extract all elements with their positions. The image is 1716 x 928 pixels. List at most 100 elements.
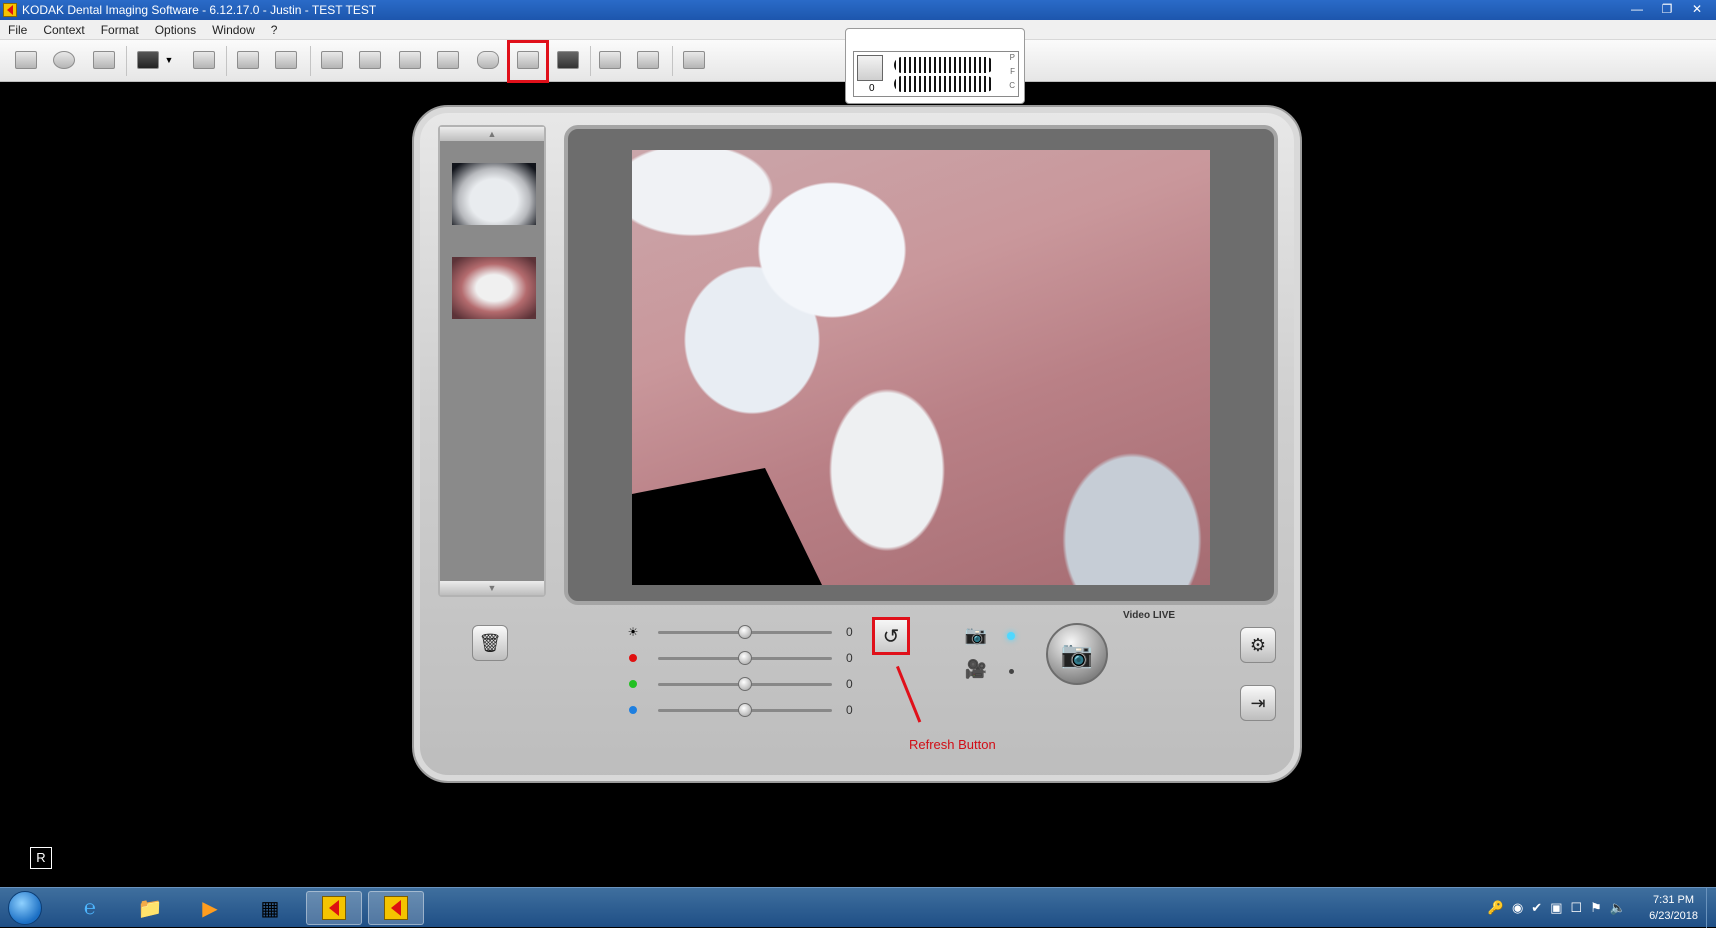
cd-icon <box>53 51 75 69</box>
action-center-icon[interactable]: ⚑ <box>1590 900 1602 916</box>
restore-button[interactable]: ❐ <box>1654 1 1680 18</box>
show-desktop-button[interactable] <box>1706 888 1716 928</box>
green-value: 0 <box>846 677 853 691</box>
layout-button[interactable] <box>134 46 162 74</box>
green-dot-icon <box>629 680 637 688</box>
video-status-label: Video LIVE <box>1123 610 1176 621</box>
photo-mode-icon[interactable]: 📷 <box>962 625 990 647</box>
taskbar-kodak-app[interactable] <box>368 891 424 925</box>
vm-icon[interactable]: ▣ <box>1550 900 1562 916</box>
blue-slider[interactable] <box>658 702 832 717</box>
menu-options[interactable]: Options <box>147 23 204 37</box>
video-shadow <box>632 468 822 585</box>
dental-chart: 0 P F C <box>853 51 1019 97</box>
taskbar-file-explorer[interactable]: 📁 <box>122 891 178 925</box>
brightness-slider-thumb[interactable] <box>738 624 752 639</box>
chart-label-p: P <box>1009 53 1015 62</box>
exit-button[interactable] <box>680 46 708 74</box>
thumbnail-image[interactable] <box>452 257 536 319</box>
presentation-icon <box>637 51 659 69</box>
taskbar-grid-app[interactable]: ▦ <box>242 891 298 925</box>
minimize-button[interactable]: — <box>1624 1 1650 18</box>
menu-file[interactable]: File <box>0 23 35 37</box>
clock-time: 7:31 PM <box>1653 894 1695 906</box>
compare-button[interactable] <box>90 46 118 74</box>
chart-label-c: C <box>1009 81 1015 90</box>
chart-label-f: F <box>1010 67 1015 76</box>
delete-button[interactable]: 🗑 <box>472 625 508 661</box>
red-slider-thumb[interactable] <box>738 650 752 665</box>
exit-camera-button[interactable]: ⇥ <box>1240 685 1276 721</box>
volume-icon[interactable]: 🔈 <box>1610 900 1626 916</box>
menu-window[interactable]: Window <box>204 23 263 37</box>
tooth-tools-button[interactable] <box>190 46 218 74</box>
dental-chart-popup[interactable]: 0 P F C <box>845 28 1025 104</box>
green-slider[interactable] <box>658 676 832 691</box>
scroll-down-button[interactable]: ▼ <box>440 581 544 595</box>
media-player-icon: ▶ <box>202 897 218 920</box>
system-tray: 🔑 ◉ ✔ ▣ ☐ ⚑ 🔈 <box>1488 900 1626 916</box>
camera-tray-icon[interactable]: ◉ <box>1512 900 1523 916</box>
presentation-button[interactable] <box>634 46 662 74</box>
scroll-up-button[interactable]: ▲ <box>440 127 544 141</box>
taskbar-internet-explorer[interactable]: ℮ <box>62 891 118 925</box>
app-window: KODAK Dental Imaging Software - 6.12.17.… <box>0 0 1716 887</box>
cd-button[interactable] <box>50 46 78 74</box>
camera-control-panel: ▲ ▼ Video LIVE 🗑 ☀ 0 0 0 0 ↺ Refresh But… <box>412 105 1302 783</box>
file-explorer-icon: 📁 <box>137 897 163 920</box>
taskbar-clock[interactable]: 7:31 PM 6/23/2018 <box>1649 892 1698 924</box>
cephalometric-button[interactable] <box>396 46 424 74</box>
brightness-value: 0 <box>846 625 853 639</box>
toolbar-separator <box>590 46 591 76</box>
internet-explorer-icon: ℮ <box>83 896 96 919</box>
red-slider[interactable] <box>658 650 832 665</box>
upper-teeth-chart[interactable] <box>894 57 994 73</box>
menu-context[interactable]: Context <box>35 23 92 37</box>
scanner-button[interactable] <box>434 46 462 74</box>
exit-icon <box>683 51 705 69</box>
taskbar-kodak-app[interactable] <box>306 891 362 925</box>
panoramic-button[interactable] <box>356 46 384 74</box>
taskbar-media-player[interactable]: ▶ <box>182 891 238 925</box>
email-button[interactable] <box>234 46 262 74</box>
blue-slider-row: 0 <box>626 700 856 720</box>
blue-dot-icon <box>629 706 637 714</box>
refresh-annotation-label: Refresh Button <box>909 737 996 752</box>
layout-dropdown[interactable]: ▼ <box>162 46 176 74</box>
settings-button[interactable]: ⚙ <box>1240 627 1276 663</box>
clock-date: 6/23/2018 <box>1649 910 1698 922</box>
kodak-logo-icon <box>3 3 17 17</box>
open-folder-icon <box>15 51 37 69</box>
kodak-app-icon <box>322 896 346 920</box>
capture-button[interactable]: 📷 <box>1046 623 1108 685</box>
intraoral-sensor-button[interactable] <box>318 46 346 74</box>
print-button[interactable] <box>272 46 300 74</box>
acquire-icon <box>557 51 579 69</box>
panoramic-icon <box>359 51 381 69</box>
toolbar-separator <box>672 46 673 76</box>
window-title: KODAK Dental Imaging Software - 6.12.17.… <box>22 3 377 17</box>
video-mode-icon[interactable]: 🎥 <box>962 659 990 681</box>
start-button[interactable] <box>8 891 42 925</box>
acquire-button[interactable] <box>554 46 582 74</box>
email-icon <box>237 51 259 69</box>
annotation-line <box>896 665 922 723</box>
lower-teeth-chart[interactable] <box>894 76 994 92</box>
green-slider-thumb[interactable] <box>738 676 752 691</box>
key-icon[interactable]: 🔑 <box>1488 900 1504 916</box>
sun-icon: ☀ <box>627 625 639 639</box>
menu-format[interactable]: Format <box>93 23 147 37</box>
menu-help[interactable]: ? <box>263 23 286 37</box>
network-icon[interactable]: ☐ <box>1571 900 1583 916</box>
brightness-slider-row: ☀ 0 <box>626 622 856 642</box>
photo-button[interactable] <box>596 46 624 74</box>
open-folder-button[interactable] <box>12 46 40 74</box>
brightness-slider[interactable] <box>658 624 832 639</box>
refresh-button[interactable]: ↺ <box>872 617 910 655</box>
cr-button[interactable] <box>474 46 502 74</box>
r-indicator[interactable]: R <box>30 847 52 869</box>
close-button[interactable]: ✕ <box>1684 1 1710 18</box>
blue-slider-thumb[interactable] <box>738 702 752 717</box>
security-icon[interactable]: ✔ <box>1531 900 1542 916</box>
thumbnail-image[interactable] <box>452 163 536 225</box>
